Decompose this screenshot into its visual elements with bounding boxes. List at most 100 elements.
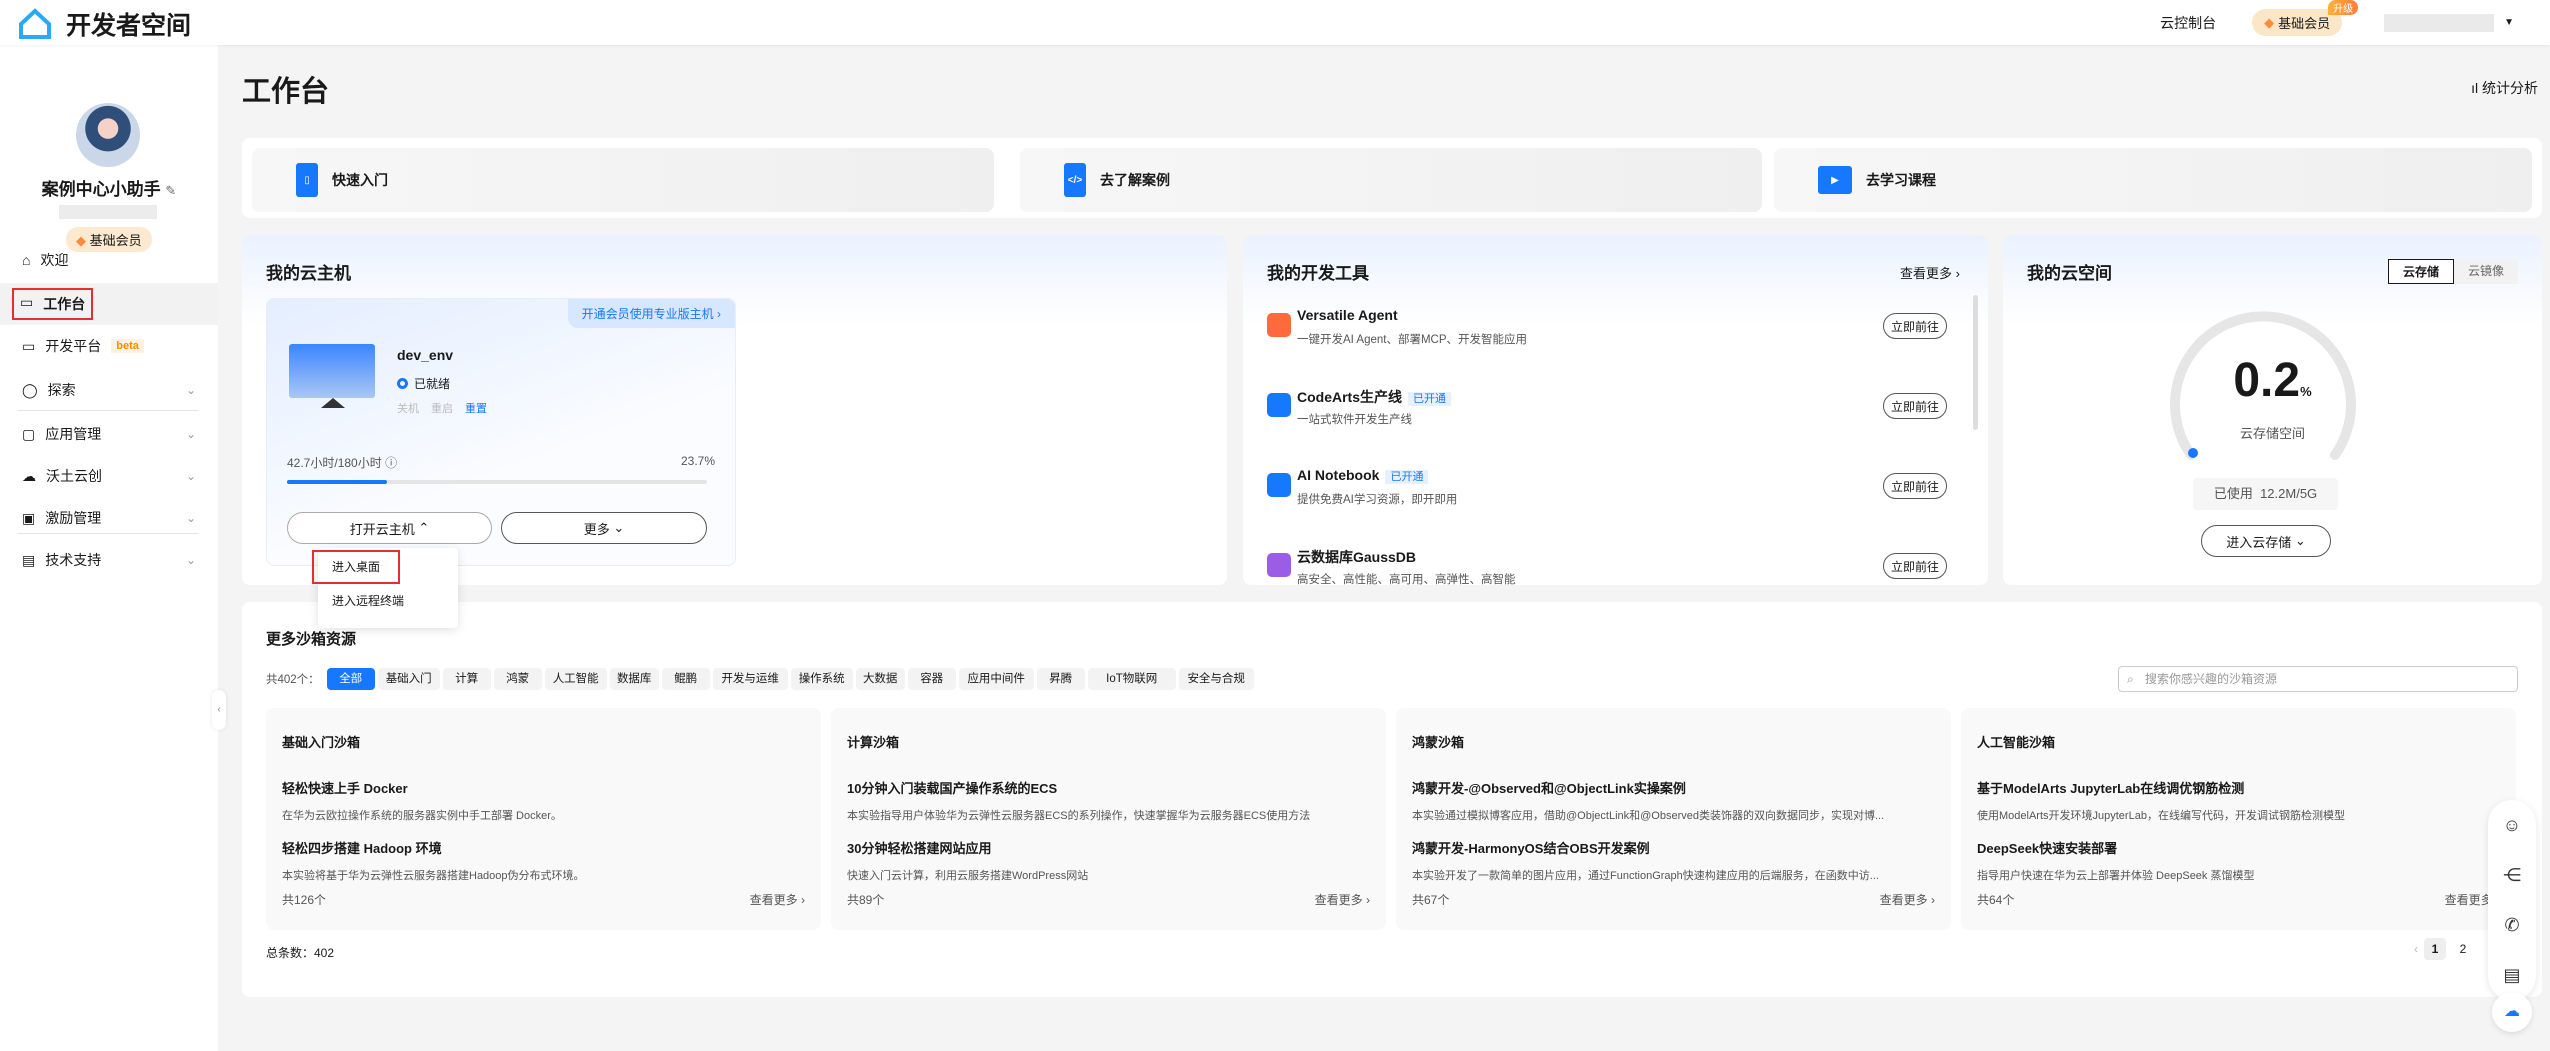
help-icon[interactable]: ⓘ [385,456,397,470]
view-more-link[interactable]: 查看更多 › [750,891,805,908]
go-button[interactable]: 立即前往 [1883,313,1947,339]
category-tag[interactable]: 人工智能 [544,668,607,690]
category-tag[interactable]: 开发与运维 [712,668,788,690]
go-button[interactable]: 立即前往 [1883,393,1947,419]
edit-icon[interactable]: ✎ [165,183,176,198]
vm-card: 开通会员使用专业版主机 › dev_env 已就绪 关机 重启 重置 42.7小… [266,298,736,566]
member-badge[interactable]: ◆ 基础会员 升级 [2252,0,2359,36]
page-button[interactable]: 2 [2452,938,2474,960]
sidebar-item-wotu[interactable]: ☁ 沃土云创 ⌄ [0,455,218,497]
open-vm-menu: 进入桌面 进入远程终端 [311,548,458,628]
enter-storage-button[interactable]: 进入云存储 ⌄ [2201,525,2331,557]
category-tag[interactable]: IoT物联网 [1087,668,1176,690]
view-more-link[interactable]: 查看更多 › [1880,891,1935,908]
reset-button[interactable]: 重置 [465,400,487,416]
sidebar: 案例中心小助手 ✎ ◆ 基础会员 ⌂ 欢迎 ▭ 工作台 ▭ 开发平台 beta ◯ 探索 ⌄… [0,45,226,1051]
tool-item: 云数据库GaussDB 高安全、高性能、高可用、高弹性、高智能 立即前往 [1267,547,1947,607]
status-ring-icon [397,378,408,389]
go-button[interactable]: 立即前往 [1883,473,1947,499]
restart-button[interactable]: 重启 [431,400,453,416]
sandbox-item[interactable]: 鸿蒙开发-HarmonyOS结合OBS开发案例 本实验开发了一款简单的图片应用，通… [1412,838,1935,883]
category-tag[interactable]: 鸿蒙 [493,668,542,690]
tool-desc: 一键开发AI Agent、部署MCP、开发智能应用 [1297,334,1528,346]
category-tag[interactable]: 昇腾 [1036,668,1085,690]
cloud-console-link[interactable]: 云控制台 [2160,13,2216,33]
upgrade-badge[interactable]: 升级 [2328,0,2359,15]
sandbox-search-input[interactable]: ⌕ 搜索你感兴趣的沙箱资源 [2118,666,2518,692]
category-tag[interactable]: 数据库 [609,668,659,690]
card-count: 共64个 [1977,893,2015,907]
menu-item-enter-desktop[interactable]: 进入桌面 [311,550,401,584]
account-dropdown[interactable] [2384,13,2495,32]
shutdown-button[interactable]: 关机 [397,400,419,416]
sandbox-card: 计算沙箱 10分钟入门装载国产操作系统的ECS 本实验指导用户体验华为云弹性云服务器… [831,708,1386,930]
collapse-sidebar-button[interactable]: ‹ [212,690,226,730]
sidebar-item-welcome[interactable]: ⌂ 欢迎 [0,239,218,281]
quick-links: ▯ 快速入门 </> 去了解案例 ▶ 去学习课程 [242,138,2542,218]
avatar[interactable] [76,103,140,167]
quick-start-card[interactable]: ▯ 快速入门 [252,148,994,212]
sidebar-item-workbench[interactable]: ▭ 工作台 [0,283,218,325]
view-more-link[interactable]: 查看更多 › [1315,891,1370,908]
menu-item-remote-terminal[interactable]: 进入远程终端 [318,586,418,616]
cloud-assistant-icon[interactable]: ☁ [2492,992,2532,1032]
category-tag[interactable]: 操作系统 [790,668,853,690]
page-button[interactable]: 1 [2424,938,2446,960]
sandbox-item[interactable]: 30分钟轻松搭建网站应用 快速入门云计算，利用云服务搭建WordPress网站 [847,838,1370,883]
usage-percent: 23.7% [680,454,715,468]
category-tag[interactable]: 全部 [326,668,375,690]
category-tag[interactable]: 应用中间件 [958,668,1034,690]
tab-cloud-storage[interactable]: 云存储 [2387,259,2454,284]
open-vm-button[interactable]: 打开云主机 ⌃ [287,512,492,544]
usage-progress-fill [287,480,387,484]
caret-down-icon[interactable]: ▼ [2504,17,2514,28]
user-id-masked [59,205,157,219]
go-button[interactable]: 立即前往 [1883,553,1947,579]
category-tag[interactable]: 计算 [442,668,491,690]
card-count: 共126个 [282,893,327,907]
share-icon[interactable]: ⋲ [2488,850,2536,900]
sandbox-item[interactable]: DeepSeek快速安装部署 指导用户快速在华为云上部署并体验 DeepSeek … [1977,838,2500,883]
storage-used: 已使用 12.2M/5G [2193,478,2338,510]
more-button[interactable]: 更多 ⌄ [501,512,707,544]
sandbox-item[interactable]: 鸿蒙开发-@Observed和@ObjectLink实操案例 本实验通过模拟博客应… [1412,778,1935,823]
courses-card[interactable]: ▶ 去学习课程 [1774,148,2532,212]
cloud-space-panel: 我的云空间 云存储 云镜像 0.2% 云存储空间 已使用 12.2M/5G 进入云… [2003,235,2542,585]
category-tag[interactable]: 基础入门 [377,668,440,690]
book-icon: ▯ [296,163,318,197]
house-logo-icon [19,8,51,39]
stats-link[interactable]: ıl 统计分析 [2471,78,2538,98]
gift-icon: ▣ [22,509,36,526]
app-title: 开发者空间 [66,12,192,40]
planet-icon: ◯ [22,381,38,398]
sandbox-item[interactable]: 轻松快速上手 Docker 在华为云欧拉操作系统的服务器实例中手工部署 Docke… [282,778,805,823]
category-tag[interactable]: 大数据 [855,668,905,690]
category-tag[interactable]: 安全与合规 [1178,668,1254,690]
sidebar-item-dev-platform[interactable]: ▭ 开发平台 beta [0,325,218,367]
cases-card[interactable]: </> 去了解案例 [1020,148,1762,212]
monitor-code-icon: ▭ [22,337,36,354]
view-more-link[interactable]: 查看更多 › [1900,263,1960,282]
tool-item: CodeArts生产线 已开通 一站式软件开发生产线 立即前往 [1267,387,1947,447]
category-tag[interactable]: 容器 [907,668,956,690]
monitor-icon [289,344,375,398]
sandbox-item[interactable]: 轻松四步搭建 Hadoop 环境 本实验将基于华为云弹性云服务器搭建Hadoop伪… [282,838,805,883]
feedback-smile-icon[interactable]: ☺ [2488,800,2536,850]
tab-cloud-image[interactable]: 云镜像 [2454,259,2518,284]
logo[interactable]: 开发者空间 [18,6,191,42]
category-tag[interactable]: 鲲鹏 [661,668,710,690]
phone-icon[interactable]: ✆ [2488,900,2536,950]
sidebar-item-app-management[interactable]: ▢ 应用管理 ⌄ [0,413,218,455]
bar-chart-icon: ıl [2471,80,2479,96]
diamond-icon: ◆ [2264,14,2275,30]
sandbox-item[interactable]: 10分钟入门装载国产操作系统的ECS 本实验指导用户体验华为云弹性云服务器ECS的… [847,778,1370,823]
prev-page-button[interactable]: ‹ [2414,942,2418,956]
divider [18,410,198,411]
sidebar-item-explore[interactable]: ◯ 探索 ⌄ [0,369,218,411]
sidebar-item-support[interactable]: ▤ 技术支持 ⌄ [0,539,218,581]
scrollbar[interactable] [1973,295,1978,430]
divider [18,533,198,534]
sandbox-item[interactable]: 基于ModelArts JupyterLab在线调优钢筋检测 使用ModelArt… [1977,778,2500,823]
upgrade-promo-link[interactable]: 开通会员使用专业版主机 › [567,299,735,328]
vm-name: dev_env [397,347,454,363]
